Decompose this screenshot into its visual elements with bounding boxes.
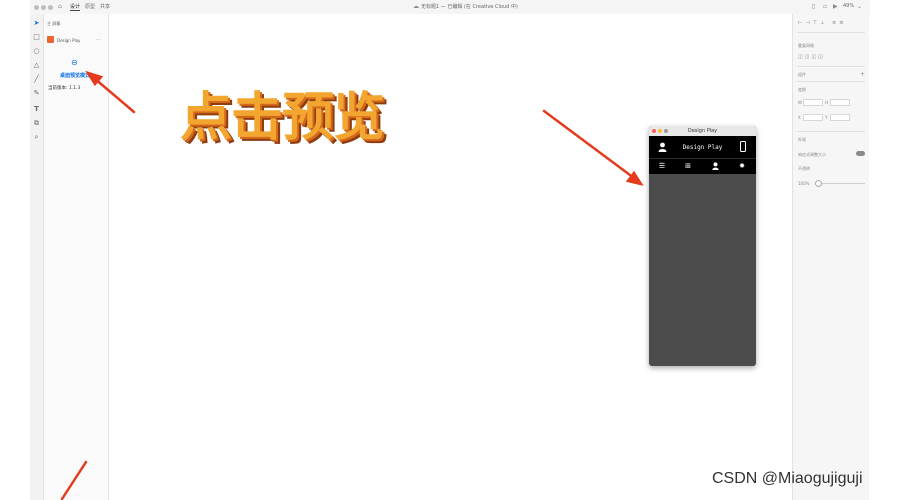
arrow-to-preview-mode <box>92 76 136 114</box>
annotation-arrows <box>60 70 644 500</box>
arrow-to-preview-window <box>542 109 636 180</box>
watermark: CSDN @Miaogujiguji <box>712 470 863 487</box>
arrow-bottom <box>60 460 88 500</box>
